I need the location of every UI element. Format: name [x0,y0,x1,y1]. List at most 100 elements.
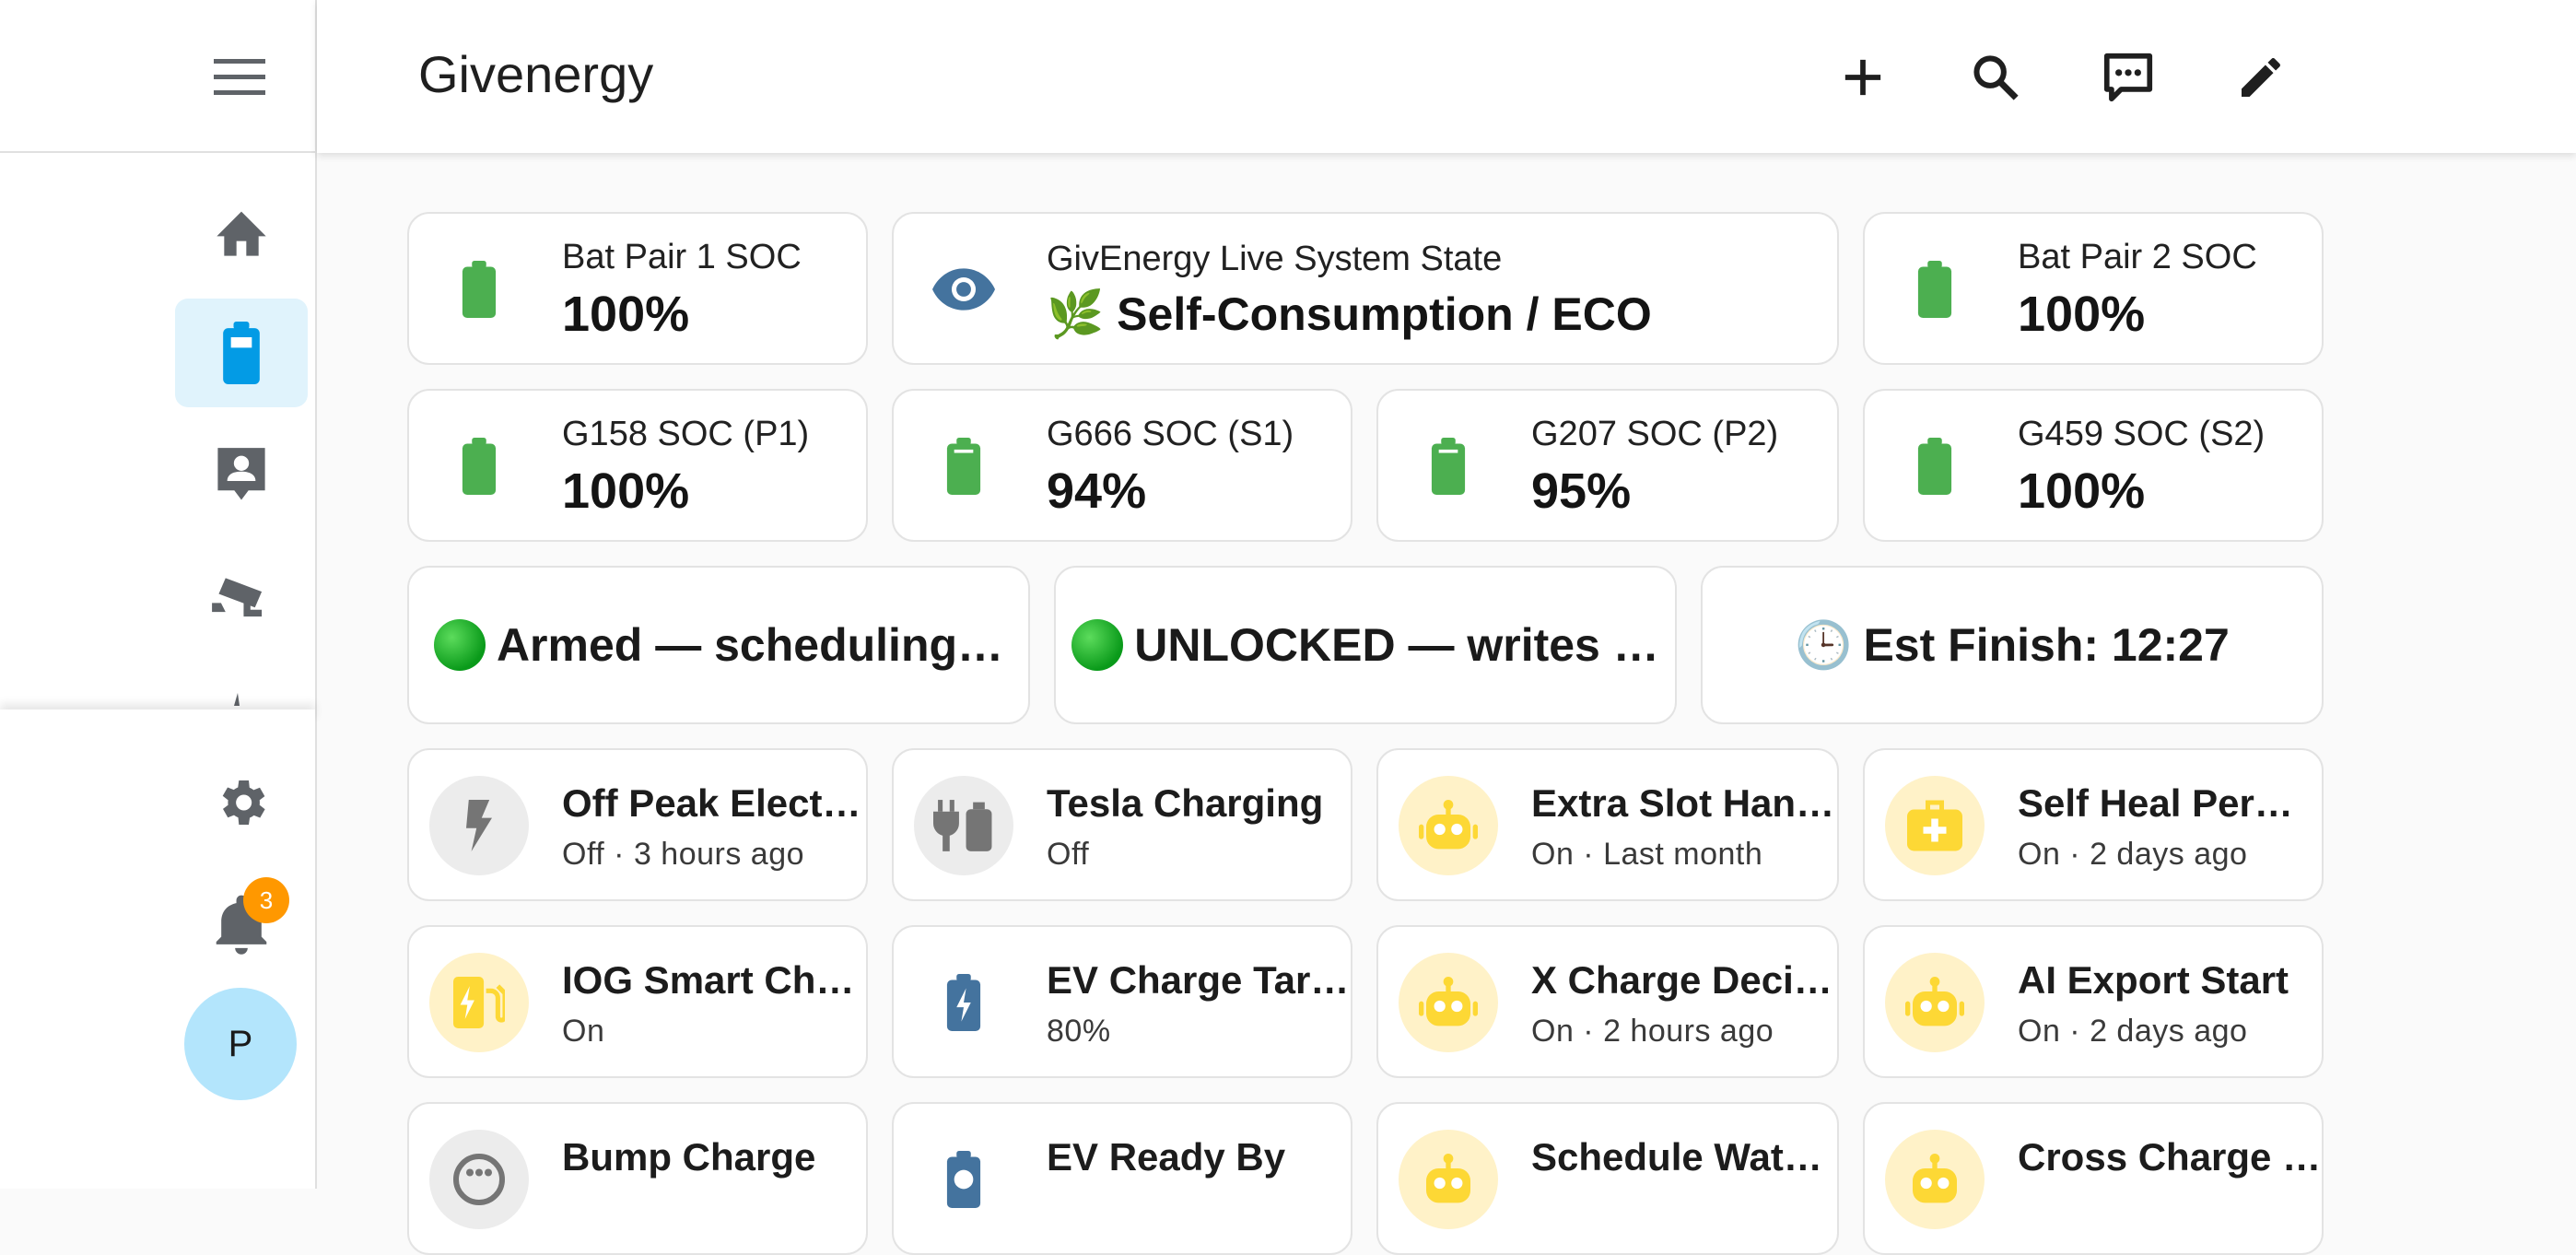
add-button[interactable] [1822,37,1903,118]
tile-name: Cross Charge … [2018,1135,2322,1179]
card-bat-pair-2-soc[interactable]: Bat Pair 2 SOC 100% [1863,212,2324,365]
sidebar-item-battery[interactable] [175,299,308,407]
card-label: GivEnergy Live System State [1047,240,1503,278]
tile-icon[interactable] [1399,1130,1498,1229]
card-value: 100% [562,463,690,519]
tile-icon[interactable] [1399,953,1498,1052]
tile-icon[interactable] [1885,776,1985,875]
card-icon [914,240,1013,339]
sidebar-item-settings[interactable] [175,748,308,857]
tile-name: IOG Smart Ch… [562,958,855,1002]
ev-station-icon [453,977,505,1028]
banner-text: UNLOCKED — writes … [1134,619,1659,671]
tile-icon[interactable] [914,776,1013,875]
tile-state: On · 2 days ago [2018,837,2248,872]
banner-est-finish[interactable]: 🕒 Est Finish: 12:27 [1701,566,2324,724]
card-g158-soc[interactable]: G158 SOC (P1) 100% [407,389,868,542]
search-icon [1973,55,2019,100]
tile-state: On · 2 days ago [2018,1014,2248,1049]
sidebar-item-home[interactable] [175,177,308,286]
tile-iog-smart-charge[interactable]: IOG Smart Ch… On [407,925,868,1078]
flash-icon [466,800,492,851]
banner-unlocked[interactable]: UNLOCKED — writes … [1054,566,1677,724]
search-button[interactable] [1955,37,2036,118]
tile-self-heal[interactable]: Self Heal Per… On · 2 days ago [1863,748,2324,901]
menu-button[interactable] [203,48,276,107]
sidebar-item-partial[interactable] [227,686,245,706]
green-circle-icon [433,619,486,671]
hamburger-icon [214,59,265,95]
herb-emoji: 🌿 [1047,288,1105,340]
tile-icon[interactable] [429,776,529,875]
battery-icon [1917,438,1952,495]
robot-icon [1426,1154,1470,1203]
tile-ev-ready-by[interactable]: EV Ready By [892,1102,1352,1255]
battery-charging-icon [946,974,981,1031]
partial-icon [234,693,240,706]
tile-icon[interactable] [914,1130,1013,1229]
tile-icon[interactable] [1399,776,1498,875]
page-title: Givenergy [418,45,654,103]
green-circle-icon [1071,619,1124,671]
card-icon [914,416,1013,516]
card-icon [1399,416,1498,516]
edit-button[interactable] [2220,37,2301,118]
card-label: G666 SOC (S1) [1047,415,1294,453]
sidebar-item-account[interactable] [175,418,308,527]
clock-emoji: 🕒 [1795,618,1853,671]
card-label: G459 SOC (S2) [2018,415,2266,453]
sidebar-header [0,0,315,153]
card-value: 95% [1531,463,1632,519]
card-live-system-state[interactable]: GivEnergy Live System State 🌿 Self-Consu… [892,212,1839,365]
card-g666-soc[interactable]: G666 SOC (S1) 94% [892,389,1352,542]
card-label: G158 SOC (P1) [562,415,810,453]
sidebar-item-cctv[interactable] [175,542,308,651]
tile-off-peak[interactable]: Off Peak Elect… Off · 3 hours ago [407,748,868,901]
plus-icon [1844,59,1881,96]
tile-schedule-watchdog[interactable]: Schedule Wat… [1376,1102,1839,1255]
tile-x-charge-decision[interactable]: X Charge Deci… On · 2 hours ago [1376,925,1839,1078]
robot-icon [1905,977,1964,1026]
sidebar: 3 P [0,0,317,1189]
tile-extra-slot[interactable]: Extra Slot Han… On · Last month [1376,748,1839,901]
tile-icon[interactable] [1885,1130,1985,1229]
tile-cross-charge[interactable]: Cross Charge … [1863,1102,2324,1255]
tile-name: EV Charge Tar… [1047,958,1350,1002]
banner-text: Armed — scheduling… [496,619,1004,671]
battery-icon [462,438,497,495]
card-g459-soc[interactable]: G459 SOC (S2) 100% [1863,389,2324,542]
card-bat-pair-1-soc[interactable]: Bat Pair 1 SOC 100% [407,212,868,365]
assist-button[interactable] [2088,37,2169,118]
banner-content: 🕒 Est Finish: 12:27 [1703,568,2322,722]
robot-icon [1419,800,1478,850]
card-value: 100% [562,287,690,342]
card-g207-soc[interactable]: G207 SOC (P2) 95% [1376,389,1839,542]
tile-ai-export-start[interactable]: AI Export Start On · 2 days ago [1863,925,2324,1078]
home-icon [217,211,266,256]
banner-content: Armed — scheduling… [409,568,1028,722]
tile-state: On · Last month [1531,837,1763,872]
banner-armed[interactable]: Armed — scheduling… [407,566,1030,724]
card-icon [429,240,529,339]
battery-clock-icon [946,1151,981,1208]
notification-badge: 3 [243,877,289,923]
tile-icon[interactable] [429,953,529,1052]
gear-icon [222,780,265,825]
robot-icon [1419,977,1478,1026]
tile-icon[interactable] [914,953,1013,1052]
tile-icon[interactable] [429,1130,529,1229]
tile-state: On [562,1014,605,1049]
sidebar-item-notifications[interactable] [175,870,308,979]
tile-ev-charge-target[interactable]: EV Charge Tar… 80% [892,925,1352,1078]
battery-icon [462,261,497,318]
tile-tesla-charging[interactable]: Tesla Charging Off [892,748,1352,901]
tile-name: AI Export Start [2018,958,2289,1002]
account-box-icon [217,448,265,500]
tile-state: 80% [1047,1014,1111,1049]
tile-icon[interactable] [1885,953,1985,1052]
tile-bump-charge[interactable]: Bump Charge [407,1102,868,1255]
card-value: 100% [2018,463,2146,519]
avatar[interactable]: P [184,988,297,1100]
tile-name: EV Ready By [1047,1135,1286,1179]
cctv-icon [212,578,263,617]
